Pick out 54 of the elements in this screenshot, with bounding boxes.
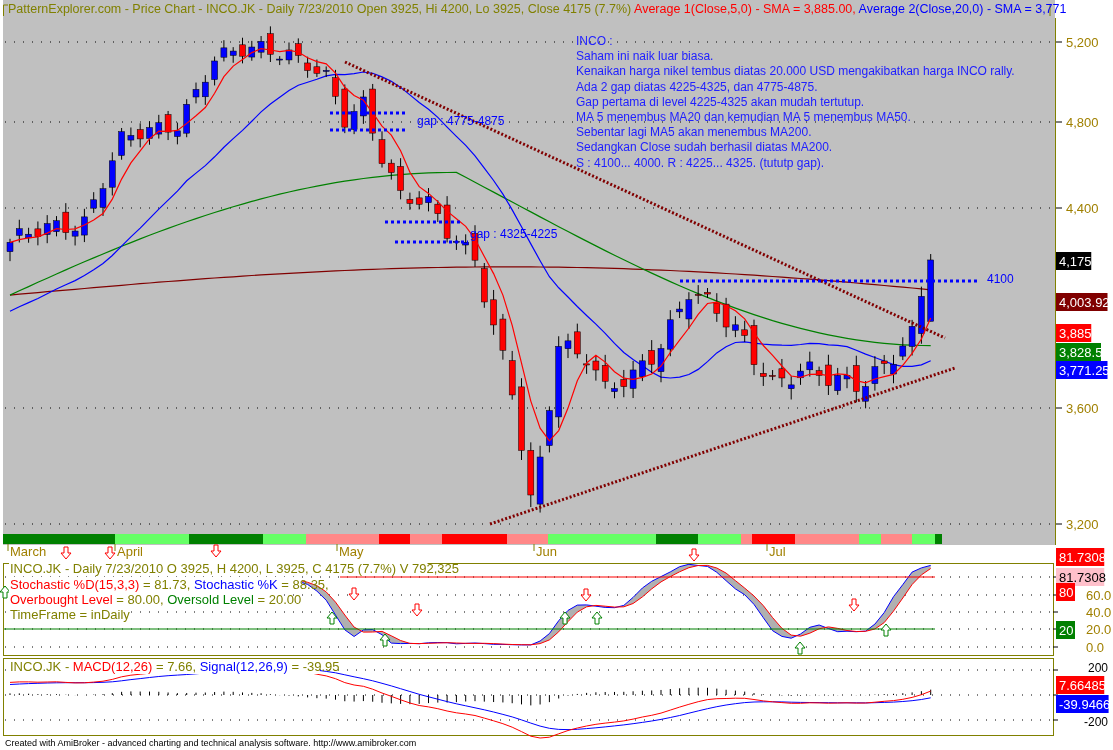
axis-label: -200: [1084, 715, 1109, 729]
month-label: April: [117, 544, 143, 559]
axis-label: 4,400: [1066, 201, 1099, 216]
axis-label: 0.0: [1086, 640, 1105, 655]
chart-title: PatternExplorer.com - Price Chart - INCO.JK - Daily 7/23/2010 Open 3925, Hi 4200, Lo 3925, Close 4175 (7.7%) Average 1(Close,5,0) - SMA = 3,885.00, Average 2(Close,20,0) - SMA = 3,771: [8, 2, 1067, 16]
axis-label: 40.0: [1086, 605, 1112, 620]
month-label: May: [339, 544, 364, 559]
down-arrow-icon: [60, 546, 72, 560]
value-badge: 3,771.25: [1056, 361, 1110, 379]
annotation-line: Sebentar lagi MA5 akan menembus MA200.: [576, 125, 812, 140]
annotation-line: S : 4100... 4000. R : 4225... 4325. (tututp gap).: [576, 155, 825, 170]
month-label: March: [10, 544, 47, 559]
annotation-line: Ada 2 gap diatas 4225-4325, dan 4775-4875.: [576, 79, 818, 94]
footer-credit: Created with AmiBroker - advanced charting and technical analysis software. http://www.amibroker.com: [5, 738, 417, 748]
value-badge: 3,885: [1056, 324, 1092, 342]
axis-label: 3,600: [1066, 401, 1099, 416]
value-badge: 81.7308: [1056, 568, 1106, 586]
level-label: 4100: [987, 272, 1014, 286]
legend-line: Overbought Level = 80.00, Oversold Level = 20.00: [10, 592, 302, 607]
value-badge: 20: [1056, 621, 1075, 639]
up-arrow-icon: [559, 611, 571, 625]
annotation-line: Gap pertama di level 4225-4325 akan mudah tertutup.: [576, 94, 865, 109]
annotation-line: Sedangkan Close sudah berhasil diatas MA200.: [576, 140, 833, 155]
down-arrow-icon: [411, 603, 423, 617]
month-label: Jun: [536, 544, 557, 559]
legend-line: TimeFrame = inDaily: [10, 607, 130, 622]
annotation-line: INCO :: [576, 34, 613, 48]
up-arrow-icon: [591, 611, 603, 625]
down-arrow-icon: [848, 598, 860, 612]
annotation-line: Kenaikan harga nikel tembus diatas 20.000 USD mengakibatkan harga INCO rally.: [576, 64, 1015, 79]
axis-label: 5,200: [1066, 35, 1099, 50]
month-label: Jul: [769, 544, 786, 559]
down-arrow-icon: [348, 587, 360, 601]
panel-title: INCO.JK - Daily 7/23/2010 O 3925, H 4200, L 3925, C 4175 (7.7%) V 792,325: [10, 561, 459, 576]
up-arrow-icon: [794, 641, 806, 655]
panel-title: INCO.JK - MACD(12,26) = 7.66, Signal(12,26,9) = -39.95: [10, 659, 340, 674]
value-badge: -39.9466: [1056, 695, 1111, 713]
up-arrow-icon: [379, 633, 391, 647]
down-arrow-icon: [104, 546, 116, 560]
axis-label: 200: [1088, 661, 1109, 675]
value-badge: 80: [1056, 583, 1075, 601]
down-arrow-icon: [688, 548, 700, 562]
axis-label: 60.0: [1086, 588, 1112, 603]
axis-label: 20.0: [1086, 622, 1112, 637]
down-arrow-icon: [580, 588, 592, 602]
value-badge: 3,828.5: [1056, 343, 1103, 361]
axis-label: 4,800: [1066, 115, 1099, 130]
annotation-line: Saham ini naik luar biasa.: [576, 49, 714, 64]
down-arrow-icon: [210, 544, 222, 558]
value-badge: 4,003.92: [1056, 293, 1110, 311]
axis-label: 3,200: [1066, 517, 1099, 532]
up-arrow-icon: [326, 611, 338, 625]
annotation-line: MA 5 menembus MA20 dan kemudian MA 5 menembus MA50.: [576, 110, 911, 124]
value-badge: 4,175: [1056, 252, 1092, 270]
